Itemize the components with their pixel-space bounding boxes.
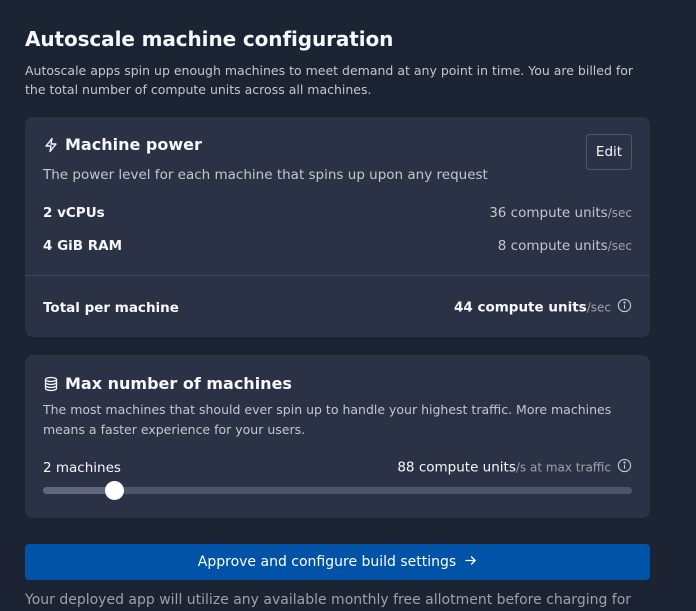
info-circle-icon[interactable] <box>617 458 632 477</box>
slider-fill <box>43 487 114 494</box>
max-compute-value: 88 compute units/s at max traffic <box>397 458 632 477</box>
page-title: Autoscale machine configuration <box>25 27 394 51</box>
max-machines-heading: Max number of machines <box>43 374 292 393</box>
machine-power-card: Machine power The power level for each m… <box>25 117 650 337</box>
ram-label: 4 GiB RAM <box>43 238 123 254</box>
card-divider <box>25 275 650 276</box>
total-row: Total per machine 44 compute units/sec <box>43 298 632 317</box>
lightning-bolt-icon <box>43 137 59 153</box>
machines-count-label: 2 machines <box>43 459 121 476</box>
ram-row: 4 GiB RAM 8 compute units/sec <box>43 238 632 254</box>
machine-power-heading: Machine power <box>43 135 202 154</box>
edit-button[interactable]: Edit <box>586 134 632 170</box>
info-circle-icon[interactable] <box>617 298 632 317</box>
machine-power-title: Machine power <box>65 135 202 154</box>
autoscale-config-page: Autoscale machine configuration Autoscal… <box>0 0 696 611</box>
approve-configure-label: Approve and configure build settings <box>197 554 457 570</box>
max-machines-description: The most machines that should ever spin … <box>43 402 612 437</box>
arrow-right-icon <box>464 554 477 571</box>
vcpu-value: 36 compute units/sec <box>489 205 632 221</box>
vcpu-row: 2 vCPUs 36 compute units/sec <box>43 205 632 221</box>
total-label: Total per machine <box>43 299 179 316</box>
ram-value: 8 compute units/sec <box>497 238 632 254</box>
max-machines-title: Max number of machines <box>65 374 292 393</box>
database-stack-icon <box>43 376 59 392</box>
max-machines-card: Max number of machines The most machines… <box>25 355 650 518</box>
max-machines-slider[interactable] <box>43 481 632 500</box>
slider-thumb[interactable] <box>104 481 124 500</box>
page-description: Autoscale apps spin up enough machines t… <box>25 63 634 97</box>
total-value: 44 compute units/sec <box>454 298 632 317</box>
approve-configure-button[interactable]: Approve and configure build settings <box>25 544 650 580</box>
machine-power-subtitle: The power level for each machine that sp… <box>43 167 488 183</box>
vcpu-label: 2 vCPUs <box>43 205 105 221</box>
machines-summary-row: 2 machines 88 compute units/s at max tra… <box>43 458 632 477</box>
billing-footnote: Your deployed app will utilize any avail… <box>25 592 632 608</box>
